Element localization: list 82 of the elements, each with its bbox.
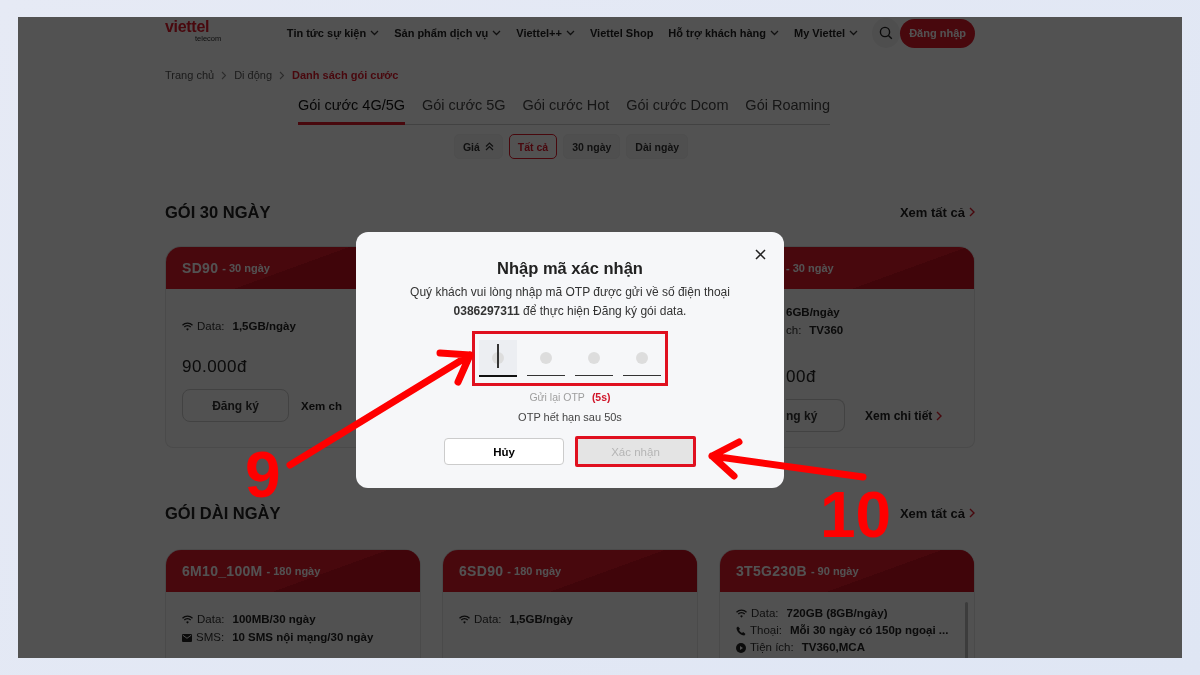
package-price: 90.000đ xyxy=(182,357,248,377)
nav-item[interactable]: Viettel++ xyxy=(516,27,575,39)
tab[interactable]: Gói Roaming xyxy=(745,95,830,125)
login-button[interactable]: Đăng nhập xyxy=(900,18,975,48)
wifi-icon xyxy=(182,322,193,331)
package-name: 6SD90 xyxy=(459,563,504,579)
dialog-message: Quý khách vui lòng nhập mã OTP được gửi về số điện thoại 0386297311 để thực hiện Đăng ký gói data. xyxy=(410,284,730,320)
filter-chip[interactable]: Dài ngày xyxy=(626,134,689,159)
feature-value: TV360 xyxy=(809,323,844,338)
expiry-text: OTP hết hạn sau 50s xyxy=(518,411,622,423)
feature-label: Data: xyxy=(474,612,502,627)
feature-label: Data: xyxy=(197,612,225,627)
section-title: GÓI DÀI NGÀY xyxy=(165,503,281,523)
feature-label: Data: xyxy=(751,606,779,621)
tab[interactable]: Gói cước 4G/5G xyxy=(298,95,406,125)
chevron-right-icon xyxy=(279,70,286,80)
nav-item[interactable]: Tin tức sự kiện xyxy=(286,27,380,39)
filter-chip[interactable]: 30 ngày xyxy=(563,134,621,159)
close-icon[interactable] xyxy=(754,248,767,261)
feature-label: Tiện ích: xyxy=(750,640,794,655)
details-link[interactable]: Xem chi tiết xyxy=(865,408,943,423)
chevron-down-icon xyxy=(492,30,502,36)
step-number: 10 xyxy=(820,487,892,543)
chevron-right-icon xyxy=(936,410,943,421)
feature-label: Data: xyxy=(197,319,225,334)
otp-digit-field[interactable] xyxy=(479,340,517,377)
package-price: 00đ xyxy=(786,367,817,387)
feature-value: 10 SMS nội mạng/30 ngày xyxy=(232,630,374,645)
wifi-icon xyxy=(459,615,470,624)
nav-item[interactable]: Hỗ trợ khách hàng xyxy=(668,27,780,39)
nav-item[interactable]: My Viettel xyxy=(794,27,859,39)
package-name: SD90 xyxy=(182,260,219,276)
see-all-link[interactable]: Xem tất cả xyxy=(899,204,975,220)
search-button[interactable] xyxy=(872,18,901,48)
feature-value: 6GB/ngày xyxy=(786,305,840,320)
resend-link[interactable]: Gửi lại OTP xyxy=(529,391,585,403)
section-title: GÓI 30 NGÀY xyxy=(165,202,271,222)
search-icon xyxy=(879,26,894,40)
feature-value: 1,5GB/ngày xyxy=(232,319,296,334)
filter-chip[interactable]: Tất cả xyxy=(508,134,558,159)
package-duration: - 90 ngày xyxy=(810,565,859,577)
feature-value: 1,5GB/ngày xyxy=(509,612,573,627)
wifi-icon xyxy=(736,609,747,618)
double-chevron-up-icon xyxy=(484,142,494,151)
step-number: 9 xyxy=(245,447,281,503)
nav-item[interactable]: Viettel Shop xyxy=(590,27,654,39)
chevron-down-icon xyxy=(370,30,380,36)
tab[interactable]: Gói cước Dcom xyxy=(626,95,729,125)
breadcrumb-link[interactable]: Danh sách gói cước xyxy=(292,69,399,81)
nav-item[interactable]: Sản phẩm dịch vụ xyxy=(394,27,502,39)
chevron-down-icon xyxy=(849,30,859,36)
feature-label: SMS: xyxy=(196,630,225,645)
dialog-title: Nhập mã xác nhận xyxy=(497,258,643,278)
feature-value: TV360,MCA xyxy=(801,640,865,655)
chevron-down-icon xyxy=(770,30,780,36)
wifi-icon xyxy=(182,615,193,624)
chevron-down-icon xyxy=(566,30,575,36)
info-icon xyxy=(736,642,746,653)
details-link[interactable]: Xem ch xyxy=(301,399,342,412)
chevron-right-icon xyxy=(969,207,975,217)
feature-label: Thoại: xyxy=(750,623,782,638)
tab[interactable]: Gói cước 5G xyxy=(421,95,506,125)
chevron-right-icon xyxy=(969,508,975,518)
feature-value: 100MB/30 ngày xyxy=(232,612,316,627)
register-button[interactable]: Đăng ký xyxy=(182,389,289,422)
feature-value: Mỗi 30 ngày có 150p ngoại ... xyxy=(789,623,949,638)
tab[interactable]: Gói cước Hot xyxy=(522,95,610,125)
cancel-button[interactable]: Hủy xyxy=(444,438,564,465)
package-duration: - 30 ngày xyxy=(222,262,270,274)
package-name: 6M10_100M xyxy=(182,563,263,579)
package-duration: - 180 ngày xyxy=(266,565,321,577)
sort-button[interactable]: Giá xyxy=(453,134,503,159)
package-duration: - 180 ngày xyxy=(507,565,562,577)
package-duration: - 30 ngày xyxy=(786,262,834,274)
register-button[interactable]: ng ký xyxy=(786,399,845,432)
countdown: (5s) xyxy=(591,391,611,403)
phone-icon xyxy=(736,625,746,636)
feature-value: 720GB (8GB/ngày) xyxy=(786,606,888,621)
mail-icon xyxy=(182,633,192,642)
package-name: 3T5G230B xyxy=(736,563,807,579)
see-all-link[interactable]: Xem tất cả xyxy=(899,505,975,521)
chevron-right-icon xyxy=(221,70,228,80)
